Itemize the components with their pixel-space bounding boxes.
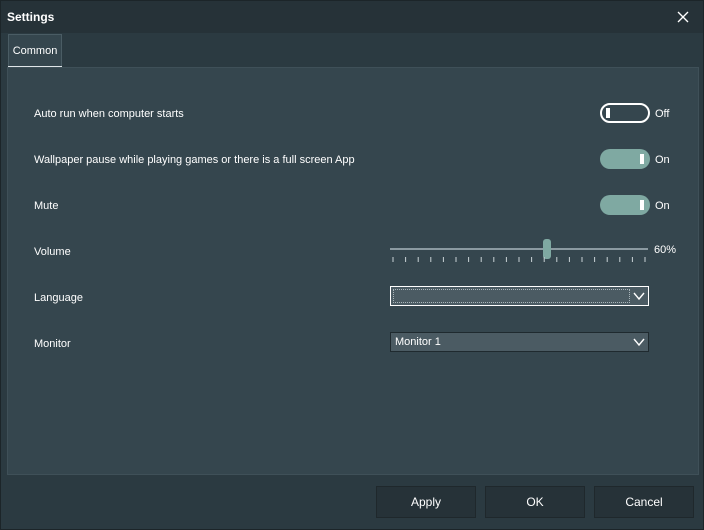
close-button[interactable]	[673, 7, 693, 27]
close-icon	[677, 11, 689, 23]
title-bar: Settings	[1, 1, 703, 33]
focus-outline	[393, 289, 630, 303]
mute-state: On	[655, 200, 670, 212]
wallpaper-pause-state: On	[655, 154, 670, 166]
volume-slider-track[interactable]	[390, 248, 648, 250]
monitor-value: Monitor 1	[395, 336, 441, 348]
window-title: Settings	[7, 10, 55, 24]
volume-value: 60%	[654, 244, 677, 256]
mute-toggle[interactable]	[600, 195, 650, 215]
mute-label: Mute	[34, 200, 59, 212]
toggle-knob	[606, 108, 610, 118]
volume-slider-thumb[interactable]	[542, 239, 551, 259]
toggle-knob	[640, 200, 644, 210]
volume-slider-ticks	[390, 257, 648, 263]
settings-window: Settings Common Auto run when computer s…	[0, 0, 704, 530]
chevron-down-icon	[633, 337, 645, 347]
cancel-button[interactable]: Cancel	[594, 486, 694, 518]
wallpaper-pause-label: Wallpaper pause while playing games or t…	[34, 154, 355, 166]
monitor-label: Monitor	[34, 338, 71, 350]
ok-button[interactable]: OK	[485, 486, 585, 518]
wallpaper-pause-toggle[interactable]	[600, 149, 650, 169]
auto-run-state: Off	[655, 108, 670, 120]
language-label: Language	[34, 292, 83, 304]
common-settings-panel: Auto run when computer starts Off Wallpa…	[7, 67, 699, 475]
tab-strip: Common	[1, 33, 703, 68]
auto-run-toggle[interactable]	[600, 103, 650, 123]
auto-run-label: Auto run when computer starts	[34, 108, 184, 120]
volume-label: Volume	[34, 246, 71, 258]
monitor-dropdown[interactable]: Monitor 1	[390, 332, 649, 352]
toggle-knob	[640, 154, 644, 164]
tab-common[interactable]: Common	[8, 34, 62, 68]
apply-button[interactable]: Apply	[376, 486, 476, 518]
chevron-down-icon	[633, 291, 645, 301]
language-dropdown[interactable]	[390, 286, 649, 306]
